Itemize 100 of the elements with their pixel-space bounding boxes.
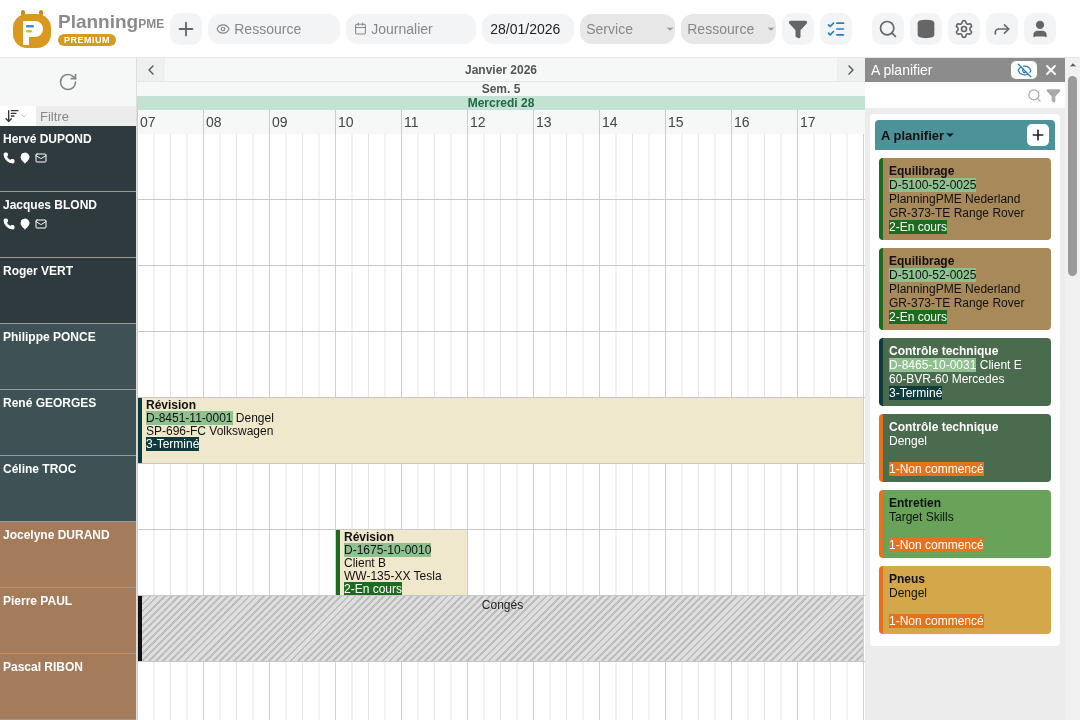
eye-icon	[216, 21, 231, 36]
card-status: 2-En cours	[889, 310, 948, 324]
card-vehicle: GR-373-TE Range Rover	[889, 206, 1026, 220]
location-icon[interactable]	[19, 152, 31, 164]
card-reference: D-8465-10-0031	[889, 358, 977, 372]
hour-label: 08	[203, 110, 269, 134]
task-block[interactable]: Révision D-1675-10-0010 Client B WW-135-XX Tesla 2-En cours	[336, 530, 467, 595]
task-reference: D-8451-11-0001	[146, 411, 233, 425]
task-vehicle: WW-135-XX Tesla	[344, 570, 443, 583]
resource-name: Céline TROC	[3, 462, 78, 476]
resource-name: Roger VERT	[3, 264, 74, 278]
hide-button[interactable]	[1011, 61, 1037, 79]
logo-icon	[12, 8, 52, 49]
user-icon	[1030, 18, 1050, 39]
resource-cell[interactable]: Pierre PAUL	[0, 588, 136, 654]
task-title: Révision	[344, 531, 395, 544]
close-icon	[1043, 62, 1059, 78]
sort-icon	[4, 108, 20, 125]
card-client: PlanningPME Nederland	[889, 192, 1021, 206]
plus-icon	[1030, 127, 1046, 143]
card-status: 1-Non commencé	[889, 462, 984, 476]
scrollbar[interactable]	[1065, 58, 1080, 720]
database-button[interactable]	[910, 12, 942, 45]
hour-label: 11	[401, 110, 467, 134]
add-task-button[interactable]	[1027, 124, 1049, 146]
task-status: 3-Terminé	[146, 437, 200, 451]
hour-label: 12	[467, 110, 533, 134]
resource-cell[interactable]: Philippe PONCE	[0, 324, 136, 390]
card-client: Target Skills	[889, 510, 954, 524]
task-card[interactable]: Entretien Target Skills 1-Non commencé	[879, 490, 1051, 558]
hour-label: 07	[137, 110, 203, 134]
date-field[interactable]: 28/01/2026	[482, 13, 575, 44]
card-title: Pneus	[889, 572, 926, 586]
settings-icon	[954, 18, 974, 39]
card-status: 1-Non commencé	[889, 614, 984, 628]
card-title: Entretien	[889, 496, 942, 510]
mail-icon[interactable]	[35, 218, 47, 230]
resource-cell[interactable]: René GEORGES	[0, 390, 136, 456]
card-reference: D-5100-52-0025	[889, 268, 977, 282]
checklist-button[interactable]	[820, 12, 853, 45]
task-card[interactable]: Contrôle technique D-8465-10-0031 Client E 60-BVR-60 Mercedes 3-Terminé	[879, 338, 1051, 406]
card-client: PlanningPME Nederland	[889, 282, 1021, 296]
close-button[interactable]	[1043, 62, 1059, 78]
card-title: Equilibrage	[889, 254, 956, 268]
scroll-up-icon[interactable]	[1067, 60, 1078, 70]
add-button[interactable]	[170, 12, 203, 45]
schedule-row[interactable]: Révision D-1675-10-0010 Client B WW-135-XX Tesla 2-En cours	[137, 530, 865, 596]
card-vehicle: 60-BVR-60 Mercedes	[889, 372, 1006, 386]
resource-cell[interactable]: Céline TROC	[0, 456, 136, 522]
planner-title: A planifier	[871, 62, 934, 78]
settings-button[interactable]	[948, 12, 980, 45]
card-title: Contrôle technique	[889, 420, 1000, 434]
card-status: 1-Non commencé	[889, 538, 984, 552]
resource-name: Pierre PAUL	[3, 594, 74, 608]
refresh-icon[interactable]	[58, 72, 78, 93]
resource-name: Pascal RIBON	[3, 660, 85, 674]
resource-cell[interactable]: Jocelyne DURAND	[0, 522, 136, 588]
task-block[interactable]: Révision D-8451-11-0001 Dengel SP-696-FC Volkswagen 3-Terminé	[138, 398, 863, 463]
resource-name: Jocelyne DURAND	[3, 528, 111, 542]
task-card[interactable]: Pneus Dengel 1-Non commencé	[879, 566, 1051, 634]
phone-icon[interactable]	[3, 152, 15, 164]
user-button[interactable]	[1024, 12, 1056, 45]
resource-cell[interactable]: Pascal RIBON	[0, 654, 136, 720]
task-card[interactable]: Equilibrage D-5100-52-0025 PlanningPME Nederland GR-373-TE Range Rover 2-En cours	[879, 248, 1051, 330]
card-client: Dengel	[889, 434, 928, 448]
card-client: Client E	[979, 358, 1022, 372]
scrollbar-thumb[interactable]	[1068, 76, 1077, 276]
mail-icon[interactable]	[35, 152, 47, 164]
task-status: 2-En cours	[344, 582, 403, 595]
card-status: 2-En cours	[889, 220, 948, 234]
hour-label: 15	[665, 110, 731, 134]
task-vehicle: SP-696-FC Volkswagen	[146, 425, 275, 438]
location-icon[interactable]	[19, 218, 31, 230]
hour-label: 17	[797, 110, 863, 134]
eye-off-icon	[1016, 62, 1032, 78]
group-title[interactable]: A planifier	[881, 127, 957, 143]
task-client: Client B	[344, 556, 387, 570]
filter-field[interactable]: Filtre	[36, 106, 136, 126]
filter-button[interactable]	[782, 12, 815, 45]
hour-label: 16	[731, 110, 797, 134]
resource-name: René GEORGES	[3, 396, 98, 410]
month-label: Janvier 2026	[463, 62, 539, 79]
search-icon	[878, 18, 898, 39]
task-card[interactable]: Equilibrage D-5100-52-0025 PlanningPME Nederland GR-373-TE Range Rover 2-En cours	[879, 158, 1051, 240]
card-client: Dengel	[889, 586, 928, 600]
share-button[interactable]	[986, 12, 1018, 45]
task-card[interactable]: Contrôle technique Dengel 1-Non commencé	[879, 414, 1051, 482]
absence-block[interactable]: Congés	[138, 596, 863, 661]
phone-icon[interactable]	[3, 218, 15, 230]
card-reference: D-5100-52-0025	[889, 178, 977, 192]
resource-cell[interactable]: Jacques BLOND	[0, 192, 136, 258]
absence-label: Congés	[481, 598, 524, 612]
week-label: Sem. 5	[481, 82, 521, 96]
search-button[interactable]	[872, 12, 904, 45]
hour-label: 09	[269, 110, 335, 134]
resource-cell[interactable]: Hervé DUPOND	[0, 126, 136, 192]
database-icon	[916, 18, 936, 39]
resource-cell[interactable]: Roger VERT	[0, 258, 136, 324]
card-status: 3-Terminé	[889, 386, 943, 400]
card-vehicle: GR-373-TE Range Rover	[889, 296, 1026, 310]
